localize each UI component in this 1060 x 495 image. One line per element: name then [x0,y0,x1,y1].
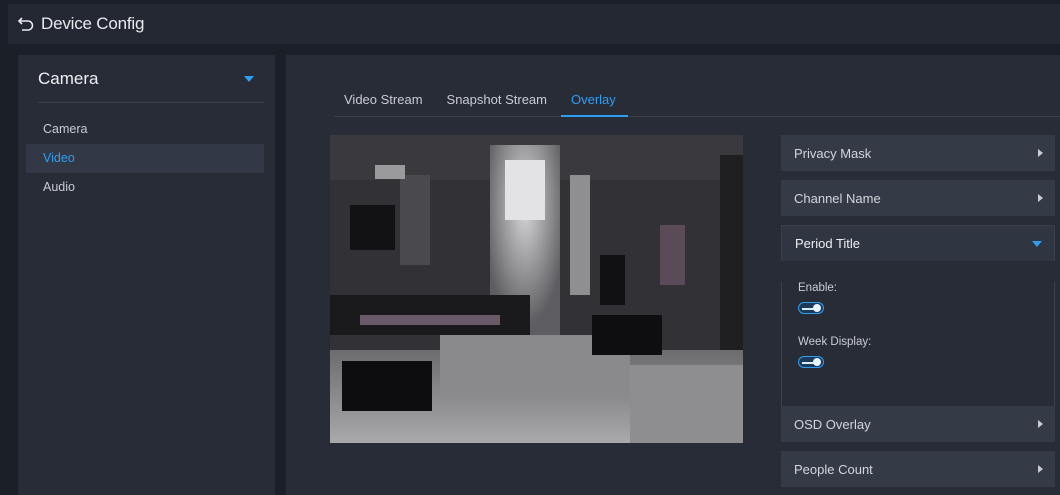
accordion-period-title: Period Title Enable: Week Display: [781,225,1055,420]
week-display-toggle[interactable] [798,356,824,368]
caret-down-icon [244,75,254,82]
sidebar-list: Camera Video Audio [26,115,264,202]
accordion-people-count: People Count [781,451,1055,487]
accordion-privacy-mask: Privacy Mask [781,135,1055,171]
enable-toggle[interactable] [798,302,824,314]
caret-right-icon [1038,149,1043,157]
tab-video-stream[interactable]: Video Stream [334,85,435,117]
people-count-label: People Count [794,461,873,477]
sidebar-item-video[interactable]: Video [26,144,264,173]
period-title-header[interactable]: Period Title [781,225,1055,261]
tab-bar: Video Stream Snapshot Stream Overlay [334,85,1060,117]
back-arrow-icon[interactable] [17,15,35,33]
sidebar-item-audio[interactable]: Audio [26,173,264,202]
video-frame-image [330,135,743,443]
channel-name-label: Channel Name [794,190,881,206]
osd-overlay-header[interactable]: OSD Overlay [781,406,1055,442]
period-title-body: Enable: Week Display: [781,282,1055,420]
sidebar-section-label: Camera [38,68,99,88]
period-title-label: Period Title [795,236,861,251]
toggle-knob [813,358,821,366]
toggle-knob [813,304,821,312]
page-title: Device Config [41,14,145,33]
caret-right-icon [1038,465,1043,473]
sidebar: Camera Camera Video Audio [18,55,275,495]
sidebar-item-camera[interactable]: Camera [26,115,264,144]
privacy-mask-header[interactable]: Privacy Mask [781,135,1055,171]
channel-name-header[interactable]: Channel Name [781,180,1055,216]
week-display-label: Week Display: [798,336,872,348]
caret-right-icon [1038,420,1043,428]
sidebar-section-camera[interactable]: Camera [38,55,264,103]
tab-snapshot-stream[interactable]: Snapshot Stream [437,85,559,117]
people-count-header[interactable]: People Count [781,451,1055,487]
video-preview [330,135,743,443]
tab-overlay[interactable]: Overlay [560,85,628,117]
top-bar: Device Config [8,4,1060,44]
accordion-osd-overlay: OSD Overlay [781,406,1055,442]
osd-overlay-label: OSD Overlay [794,416,871,432]
caret-right-icon [1038,194,1043,202]
privacy-mask-label: Privacy Mask [794,145,872,161]
caret-down-icon [1032,240,1042,247]
enable-label: Enable: [798,282,838,294]
main-panel: Video Stream Snapshot Stream Overlay Pri… [286,55,1060,495]
accordion-channel-name: Channel Name [781,180,1055,216]
